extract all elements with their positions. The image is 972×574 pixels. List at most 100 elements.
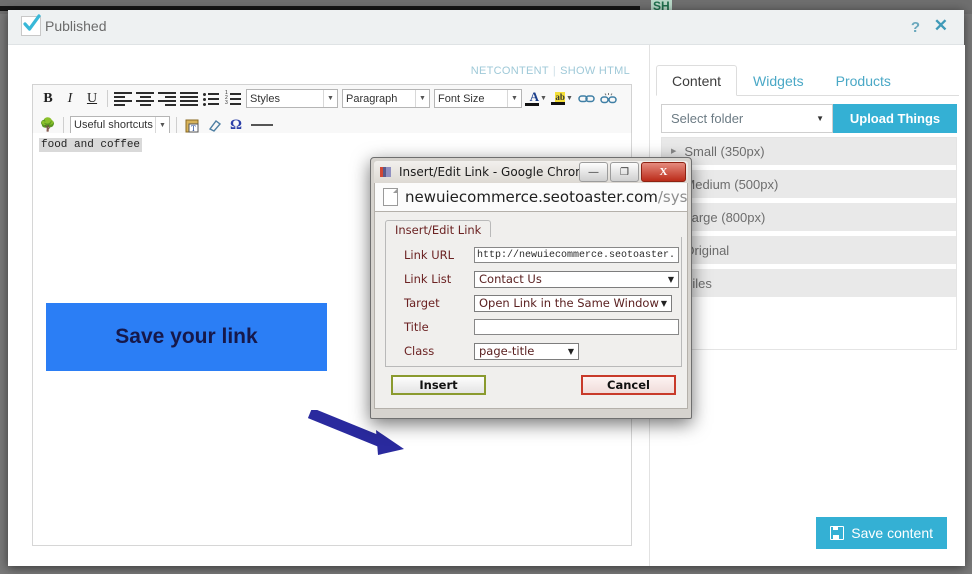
callout-block[interactable]: Save your link (46, 303, 327, 371)
minimize-button[interactable]: — (579, 162, 608, 182)
numbered-list-button[interactable]: 1 2 3 (222, 88, 244, 109)
link-url-input[interactable]: http://newuiecommerce.seotoaster. (474, 247, 679, 263)
highlight-color-swatch (551, 102, 565, 105)
size-item-files[interactable]: ▶ Files (661, 269, 957, 297)
checkmark-icon (21, 13, 43, 35)
chrome-titlebar[interactable]: Insert/Edit Link - Google Chrome — ❐ X (374, 161, 688, 183)
link-icon (578, 92, 595, 105)
window-controls: — ❐ X (579, 162, 686, 182)
unlink-button[interactable] (598, 88, 620, 109)
styles-select-value: Styles (250, 93, 280, 105)
chevron-down-icon: ▼ (661, 299, 671, 308)
underline-button[interactable]: U (81, 88, 103, 109)
link-url-label: Link URL (404, 248, 474, 262)
toolbar-divider (176, 117, 177, 134)
align-left-button[interactable] (112, 88, 134, 109)
tab-widgets[interactable]: Widgets (737, 65, 820, 96)
select-folder-dropdown[interactable]: Select folder ▼ (661, 104, 833, 133)
omnibox-url: newuiecommerce.seotoaster.com/systen (405, 188, 688, 206)
align-center-icon (136, 92, 154, 105)
tab-products[interactable]: Products (820, 65, 907, 96)
insert-edit-link-window: Insert/Edit Link - Google Chrome — ❐ X n… (370, 157, 692, 419)
svg-text:T: T (191, 125, 196, 133)
netcontent-link[interactable]: NETCONTENT (471, 65, 549, 77)
insert-button[interactable]: Insert (391, 375, 486, 395)
chevron-down-icon[interactable]: ▼ (540, 95, 547, 102)
maximize-button[interactable]: ❐ (610, 162, 639, 182)
chevron-down-icon: ▼ (816, 114, 832, 123)
size-item-medium[interactable]: ▶ Medium (500px) (661, 170, 957, 198)
paste-text-icon: T (185, 118, 200, 133)
size-item-small[interactable]: ▶ Small (350px) (661, 137, 957, 165)
chevron-down-icon: ▼ (155, 117, 169, 134)
font-color-swatch (525, 103, 539, 106)
form-row-target: Target Open Link in the Same Window ▼ (386, 291, 681, 315)
chrome-window-title: Insert/Edit Link - Google Chrome (399, 165, 594, 179)
styles-select[interactable]: Styles ▼ (246, 89, 338, 108)
italic-button[interactable]: I (59, 88, 81, 109)
inline-selected-text[interactable]: food and coffee (39, 138, 142, 152)
class-select[interactable]: page-title ▼ (474, 343, 579, 360)
font-color-button[interactable]: A (524, 91, 539, 106)
bold-button[interactable]: B (37, 88, 59, 109)
align-right-button[interactable] (156, 88, 178, 109)
link-list-select[interactable]: Contact Us ▼ (474, 271, 679, 288)
chevron-down-icon: ▼ (668, 275, 678, 284)
modal-header: Published ? ✕ (8, 10, 964, 45)
cancel-button[interactable]: Cancel (581, 375, 676, 395)
form-row-link-url: Link URL http://newuiecommerce.seotoaste… (386, 243, 681, 267)
published-checkbox-group[interactable]: Published (21, 16, 107, 36)
align-justify-button[interactable] (178, 88, 200, 109)
save-content-button[interactable]: Save content (816, 517, 947, 549)
target-value: Open Link in the Same Window (479, 296, 659, 310)
callout-label: Save your link (115, 325, 257, 349)
paragraph-select-value: Paragraph (346, 93, 397, 105)
editor-top-links: NETCONTENT|SHOW HTML (471, 65, 630, 77)
size-option-list: ▶ Small (350px) ▶ Medium (500px) ▶ Large… (661, 137, 957, 302)
align-justify-icon (180, 92, 198, 105)
select-folder-value: Select folder (671, 111, 743, 126)
editor-toolbar: B I U (32, 84, 632, 139)
chrome-favicon-icon (379, 165, 393, 179)
paragraph-select[interactable]: Paragraph ▼ (342, 89, 430, 108)
save-content-label: Save content (851, 525, 933, 541)
align-right-icon (158, 92, 176, 105)
published-checkbox[interactable] (21, 16, 41, 36)
insert-link-button[interactable] (576, 88, 598, 109)
align-center-button[interactable] (134, 88, 156, 109)
font-size-select-value: Font Size (438, 93, 484, 105)
useful-shortcuts-value: Useful shortcuts (74, 119, 153, 131)
toolbar-row-1: B I U (33, 85, 631, 112)
title-input[interactable] (474, 319, 679, 335)
size-item-label: Large (800px) (684, 210, 765, 225)
help-icon[interactable]: ? (911, 19, 920, 36)
chevron-down-icon: ▼ (415, 90, 429, 107)
omnibox-url-path: /systen (658, 188, 688, 206)
useful-shortcuts-select[interactable]: Useful shortcuts ▼ (70, 116, 170, 135)
numbered-list-icon: 1 2 3 (225, 92, 241, 106)
chrome-omnibox[interactable]: newuiecommerce.seotoaster.com/systen (374, 183, 688, 212)
link-list-value: Contact Us (479, 272, 542, 286)
published-label: Published (45, 18, 107, 34)
unlink-icon (600, 92, 617, 106)
close-icon[interactable]: ✕ (934, 17, 948, 35)
bullet-list-button[interactable] (200, 88, 222, 109)
class-label: Class (404, 344, 474, 358)
show-html-link[interactable]: SHOW HTML (560, 65, 630, 77)
size-item-large[interactable]: ▶ Large (800px) (661, 203, 957, 231)
tab-content[interactable]: Content (656, 65, 737, 96)
highlight-color-button[interactable]: ab (550, 92, 565, 105)
target-select[interactable]: Open Link in the Same Window ▼ (474, 295, 672, 312)
right-panel: Content Widgets Products Select folder ▼… (649, 45, 965, 566)
horizontal-rule-icon (251, 124, 273, 126)
font-size-select[interactable]: Font Size ▼ (434, 89, 522, 108)
class-value: page-title (479, 344, 534, 358)
screen-root: SH Published ? ✕ NETCONTENT|SHOW HTML (0, 0, 972, 574)
chevron-down-icon[interactable]: ▼ (566, 95, 573, 102)
target-label: Target (404, 296, 474, 310)
upload-things-button[interactable]: Upload Things (833, 104, 957, 133)
window-close-button[interactable]: X (641, 162, 686, 182)
form-row-class: Class page-title ▼ (386, 339, 681, 363)
size-item-original[interactable]: ▶ Original (661, 236, 957, 264)
chevron-down-icon: ▼ (323, 90, 337, 107)
